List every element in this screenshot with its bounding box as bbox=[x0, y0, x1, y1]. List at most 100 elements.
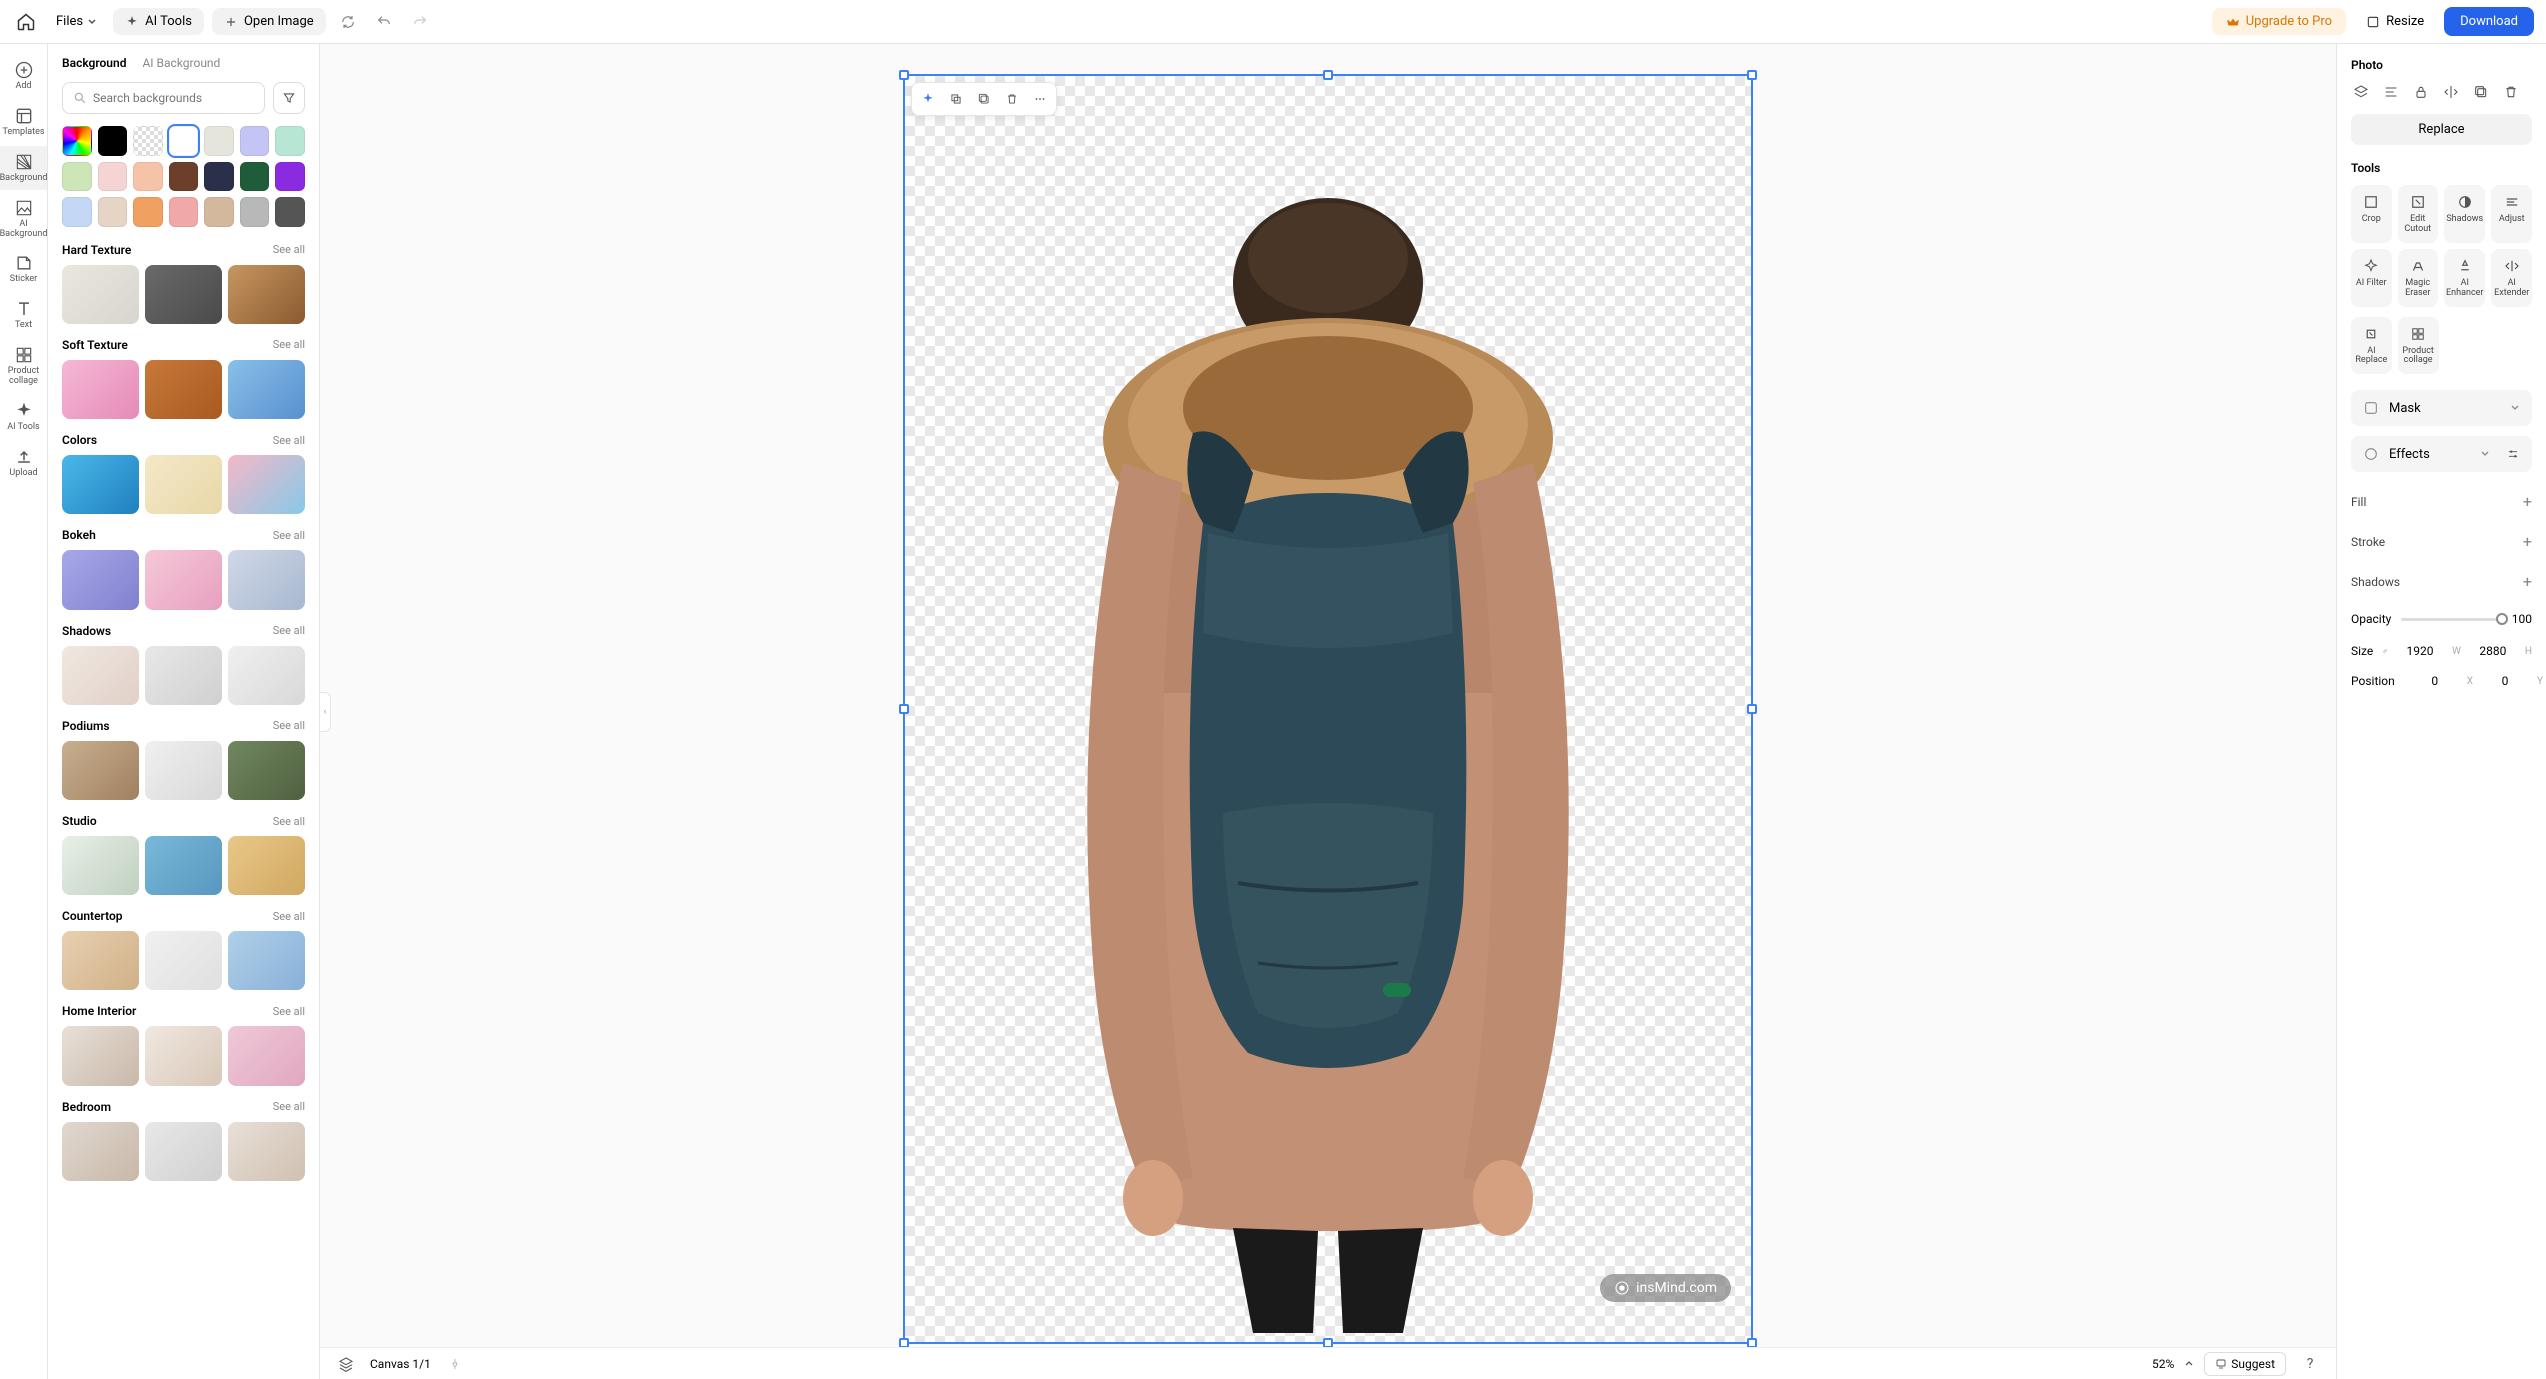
swatch[interactable] bbox=[62, 126, 92, 156]
tool-adjust[interactable]: Adjust bbox=[2491, 185, 2532, 243]
bg-thumb[interactable] bbox=[228, 360, 305, 419]
ai-tools-button[interactable]: AI Tools bbox=[113, 8, 204, 35]
see-all-link[interactable]: See all bbox=[273, 434, 305, 447]
y-input[interactable] bbox=[2481, 674, 2529, 688]
sliders-icon[interactable] bbox=[2506, 447, 2520, 461]
tab-background[interactable]: Background bbox=[62, 56, 126, 70]
swatch[interactable] bbox=[62, 162, 92, 192]
swatch[interactable] bbox=[240, 162, 270, 192]
swatch[interactable] bbox=[204, 162, 234, 192]
layers-button[interactable] bbox=[332, 1350, 360, 1378]
tool-ai-filter[interactable]: AI Filter bbox=[2351, 249, 2392, 307]
bg-thumb[interactable] bbox=[145, 836, 222, 895]
bg-thumb[interactable] bbox=[228, 1026, 305, 1085]
bg-thumb[interactable] bbox=[145, 360, 222, 419]
lock-button[interactable] bbox=[2411, 82, 2431, 102]
bg-thumb[interactable] bbox=[145, 1122, 222, 1181]
sparkle-tool[interactable] bbox=[916, 87, 940, 111]
tool-shadows[interactable]: Shadows bbox=[2444, 185, 2485, 243]
bg-thumb[interactable] bbox=[62, 741, 139, 800]
more-tool[interactable] bbox=[1028, 87, 1052, 111]
x-input[interactable] bbox=[2411, 674, 2459, 688]
bg-thumb[interactable] bbox=[62, 360, 139, 419]
bg-thumb[interactable] bbox=[228, 741, 305, 800]
see-all-link[interactable]: See all bbox=[273, 910, 305, 923]
bg-thumb[interactable] bbox=[62, 455, 139, 514]
tool-ai-enhancer[interactable]: AI Enhancer bbox=[2444, 249, 2485, 307]
swatch[interactable] bbox=[240, 197, 270, 227]
see-all-link[interactable]: See all bbox=[273, 1005, 305, 1018]
bg-thumb[interactable] bbox=[228, 1122, 305, 1181]
canvas-frame[interactable]: insMind.com bbox=[903, 74, 1753, 1344]
opacity-knob[interactable] bbox=[2496, 613, 2508, 625]
bg-thumb[interactable] bbox=[62, 931, 139, 990]
width-input[interactable] bbox=[2396, 644, 2444, 658]
shadows-row[interactable]: Shadows+ bbox=[2351, 562, 2532, 602]
bg-thumb[interactable] bbox=[62, 1026, 139, 1085]
flip-button[interactable] bbox=[2441, 82, 2461, 102]
bg-thumb[interactable] bbox=[228, 550, 305, 609]
files-dropdown[interactable]: Files bbox=[48, 10, 105, 33]
sync-button[interactable] bbox=[334, 8, 362, 36]
handle-lm[interactable] bbox=[899, 704, 909, 714]
swatch[interactable] bbox=[133, 162, 163, 192]
height-input[interactable] bbox=[2469, 644, 2517, 658]
see-all-link[interactable]: See all bbox=[273, 719, 305, 732]
see-all-link[interactable]: See all bbox=[273, 338, 305, 351]
bg-thumb[interactable] bbox=[228, 931, 305, 990]
vrail-text[interactable]: Text bbox=[0, 293, 47, 337]
swatch[interactable] bbox=[240, 126, 270, 156]
vrail-background[interactable]: Background bbox=[0, 146, 47, 190]
swatch[interactable] bbox=[133, 197, 163, 227]
tool-ai-replace[interactable]: AI Replace bbox=[2351, 317, 2392, 375]
add-fill[interactable]: + bbox=[2523, 492, 2532, 511]
bg-thumb[interactable] bbox=[228, 836, 305, 895]
redo-button[interactable] bbox=[406, 8, 434, 36]
add-stroke[interactable]: + bbox=[2523, 532, 2532, 551]
bg-thumb[interactable] bbox=[145, 1026, 222, 1085]
bg-thumb[interactable] bbox=[145, 550, 222, 609]
swatch[interactable] bbox=[275, 197, 305, 227]
canvas-area[interactable]: ‹ bbox=[320, 44, 2336, 1379]
vrail-templates[interactable]: Templates bbox=[0, 100, 47, 144]
bg-thumb[interactable] bbox=[145, 455, 222, 514]
stroke-row[interactable]: Stroke+ bbox=[2351, 522, 2532, 562]
layer-tool[interactable] bbox=[944, 87, 968, 111]
vrail-upload[interactable]: Upload bbox=[0, 441, 47, 485]
handle-tm[interactable] bbox=[1323, 70, 1333, 80]
delete-tool[interactable] bbox=[1000, 87, 1024, 111]
see-all-link[interactable]: See all bbox=[273, 529, 305, 542]
vrail-product-collage[interactable]: Product collage bbox=[0, 339, 47, 393]
tool-magic-eraser[interactable]: Magic Eraser bbox=[2398, 249, 2439, 307]
vrail-ai-tools[interactable]: AI Tools bbox=[0, 395, 47, 439]
undo-button[interactable] bbox=[370, 8, 398, 36]
swatch[interactable] bbox=[98, 162, 128, 192]
open-image-button[interactable]: Open Image bbox=[212, 8, 326, 35]
delete-button[interactable] bbox=[2501, 82, 2521, 102]
tool-product-collage[interactable]: Product collage bbox=[2398, 317, 2439, 375]
tab-ai-background[interactable]: AI Background bbox=[142, 56, 220, 70]
see-all-link[interactable]: See all bbox=[273, 1100, 305, 1113]
swatch[interactable] bbox=[275, 162, 305, 192]
bg-thumb[interactable] bbox=[145, 931, 222, 990]
home-button[interactable] bbox=[12, 8, 40, 36]
upgrade-button[interactable]: Upgrade to Pro bbox=[2212, 8, 2346, 35]
help-button[interactable]: ? bbox=[2296, 1350, 2324, 1378]
swatch[interactable] bbox=[169, 197, 199, 227]
collapse-left-panel[interactable]: ‹ bbox=[319, 692, 331, 732]
bg-thumb[interactable] bbox=[145, 741, 222, 800]
bg-thumb[interactable] bbox=[145, 646, 222, 705]
bg-thumb[interactable] bbox=[62, 265, 139, 324]
bg-thumb[interactable] bbox=[228, 646, 305, 705]
see-all-link[interactable]: See all bbox=[273, 243, 305, 256]
vrail-ai-background[interactable]: AI Background bbox=[0, 192, 47, 246]
replace-button[interactable]: Replace bbox=[2351, 114, 2532, 145]
effects-row[interactable]: Effects bbox=[2351, 436, 2532, 472]
align-button[interactable] bbox=[2381, 82, 2401, 102]
swatch[interactable] bbox=[98, 197, 128, 227]
fill-row[interactable]: Fill+ bbox=[2351, 482, 2532, 522]
vrail-sticker[interactable]: Sticker bbox=[0, 247, 47, 291]
bg-thumb[interactable] bbox=[228, 455, 305, 514]
swatch[interactable] bbox=[275, 126, 305, 156]
zoom-level[interactable]: 52% bbox=[2152, 1357, 2174, 1371]
